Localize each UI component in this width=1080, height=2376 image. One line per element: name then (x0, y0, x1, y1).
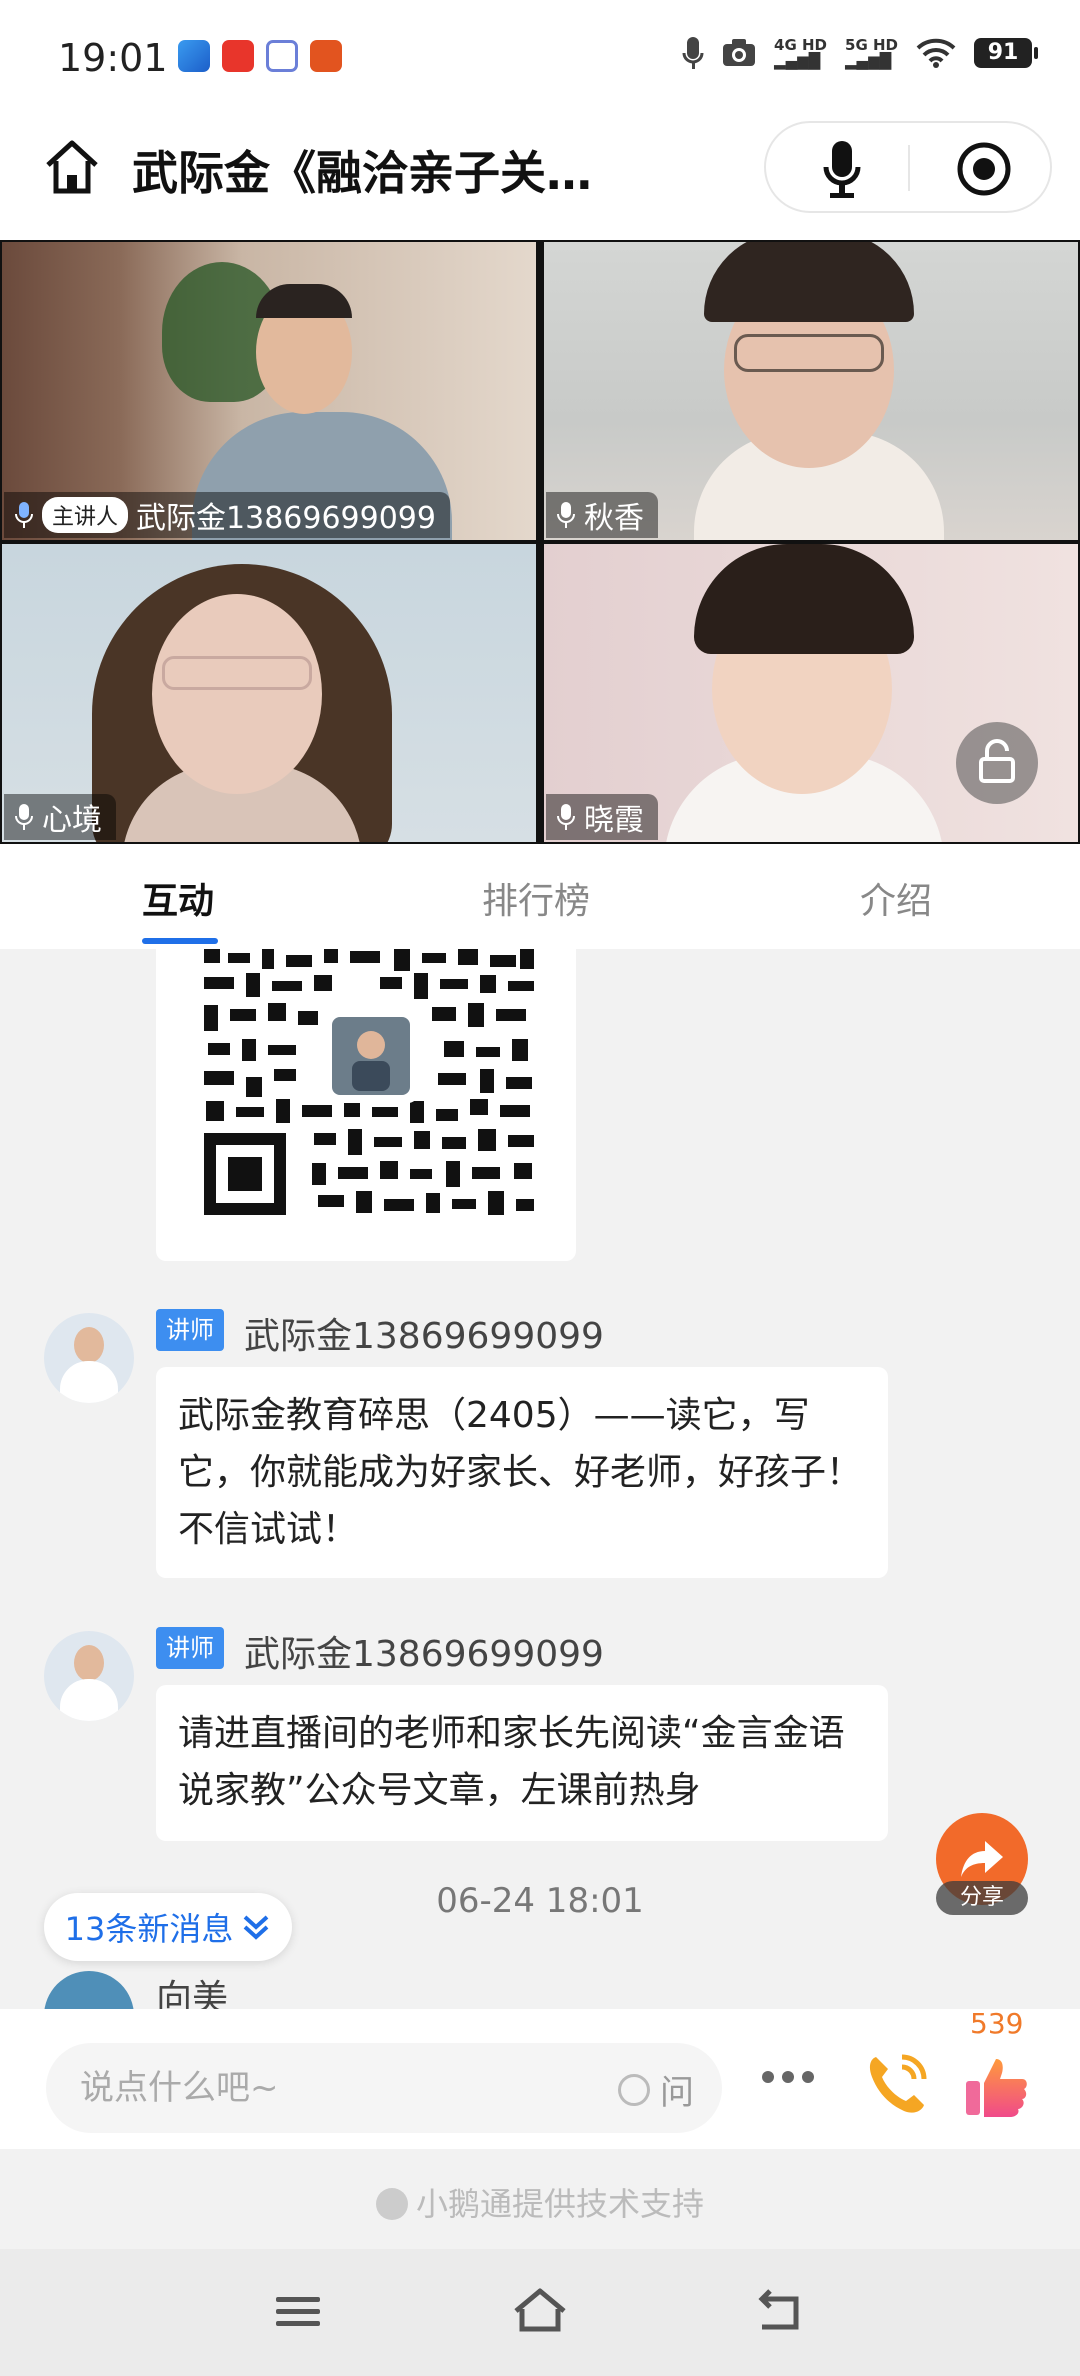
video-tile[interactable]: 心境 (2, 544, 536, 842)
sender-name: 武际金13869699099 (244, 1634, 604, 1675)
system-nav-bar (0, 2249, 1080, 2376)
home-icon[interactable] (40, 135, 104, 199)
video-grid: 主讲人 武际金13869699099 秋香 心境 晓霞 (0, 240, 1080, 844)
qr-code-image (184, 949, 548, 1229)
tab-bar: 互动 排行榜 介绍 (0, 844, 1080, 949)
record-close-icon[interactable] (956, 141, 1012, 197)
camera-status-icon (723, 39, 756, 66)
battery-icon: 91 (974, 38, 1038, 68)
chat-message: 讲师 武际金13869699099 武际金教育碎思（2405）——读它，写它，你… (0, 1309, 1080, 1589)
video-tile[interactable]: 秋香 (544, 242, 1078, 540)
new-messages-label: 13条新消息 (64, 1910, 234, 1948)
participant-label: 心境 (4, 794, 116, 840)
capsule-divider (908, 145, 910, 191)
app-notification-icon (310, 40, 342, 72)
mic-icon (557, 804, 575, 830)
status-time: 19:01 (58, 36, 168, 80)
participant-name: 秋香 (584, 501, 644, 536)
microphone-icon[interactable] (822, 139, 862, 199)
avatar[interactable] (44, 1313, 134, 1403)
new-messages-button[interactable]: 13条新消息 (44, 1893, 292, 1961)
glasses (162, 656, 312, 690)
host-badge: 主讲人 (42, 497, 129, 533)
app-notification-icon (222, 40, 254, 72)
page-header: 武际金《融洽亲子关… (0, 115, 1080, 240)
sender-name: 向美 (156, 1978, 229, 2009)
rotate-icon (979, 739, 1015, 783)
comment-input[interactable] (80, 2061, 600, 2115)
chat-feed[interactable]: 讲师 武际金13869699099 武际金教育碎思（2405）——读它，写它，你… (0, 949, 1080, 2009)
home-nav-icon[interactable] (512, 2285, 568, 2337)
page-title: 武际金《融洽亲子关… (132, 146, 592, 200)
person-hair (704, 242, 914, 322)
tab-interaction[interactable]: 互动 (142, 872, 214, 924)
thumbs-up-icon[interactable] (964, 2053, 1030, 2119)
input-bar: 问 539 (0, 2007, 1080, 2149)
avatar[interactable] (44, 1631, 134, 1721)
message-bubble: 武际金教育碎思（2405）——读它，写它，你就能成为好家长、好老师，好孩子！不信… (156, 1367, 888, 1578)
comment-box[interactable]: 问 (46, 2043, 722, 2133)
app-notification-icon (178, 40, 210, 72)
more-icon[interactable] (762, 2071, 814, 2083)
ask-question-toggle[interactable]: 问 (618, 2065, 694, 2114)
mic-icon (15, 804, 33, 830)
mic-on-icon (15, 502, 33, 528)
active-tab-indicator (142, 938, 218, 944)
lecturer-badge: 讲师 (156, 1627, 224, 1669)
footer: 小鹅通提供技术支持 (0, 2149, 1080, 2249)
rotate-screen-button[interactable] (956, 722, 1038, 804)
menu-icon[interactable] (272, 2285, 324, 2337)
chat-message: 讲师 武际金13869699099 请进直播间的老师和家长先阅读“金言金语说家教… (0, 1627, 1080, 1867)
avatar[interactable] (44, 1971, 134, 2009)
share-label: 分享 (936, 1881, 1028, 1915)
video-tile-host[interactable]: 主讲人 武际金13869699099 (2, 242, 536, 540)
share-arrow-icon (961, 1841, 1003, 1877)
like-count: 539 (970, 2007, 1024, 2040)
wifi-icon (916, 38, 956, 68)
participant-label: 主讲人 武际金13869699099 (4, 492, 450, 538)
tab-ranking[interactable]: 排行榜 (482, 872, 590, 924)
app-notification-icon (266, 40, 298, 72)
participant-label: 晓霞 (546, 794, 658, 840)
person-face (152, 594, 322, 794)
speaker-hair (256, 284, 352, 318)
status-bar: 19:01 4G HD ▂▄▆█ 5G HD ▂▄▆█ 91 (0, 0, 1080, 115)
lecturer-badge: 讲师 (156, 1309, 224, 1351)
participant-label: 秋香 (546, 492, 658, 538)
double-chevron-down-icon (244, 1915, 269, 1940)
back-icon[interactable] (754, 2285, 806, 2337)
powered-by: 小鹅通提供技术支持 (0, 2179, 1080, 2225)
signal-5g: 5G HD ▂▄▆█ (845, 36, 898, 70)
radio-circle-icon (618, 2073, 650, 2106)
participant-name: 心境 (42, 803, 102, 838)
qr-code-message[interactable] (156, 949, 576, 1261)
ask-label: 问 (660, 2073, 694, 2113)
sender-name: 武际金13869699099 (244, 1316, 604, 1357)
xiaoe-logo-icon (375, 2188, 408, 2220)
microphone-status-icon (682, 37, 704, 69)
participant-name: 晓霞 (584, 803, 644, 838)
glasses (734, 334, 884, 372)
phone-call-icon[interactable] (862, 2049, 932, 2119)
signal-4g: 4G HD ▂▄▆█ (774, 36, 828, 70)
tab-intro[interactable]: 介绍 (860, 872, 932, 924)
participant-name: 武际金13869699099 (136, 501, 436, 536)
video-tile[interactable]: 晓霞 (544, 544, 1078, 842)
mic-icon (557, 502, 575, 528)
message-bubble: 请进直播间的老师和家长先阅读“金言金语说家教”公众号文章，左课前热身 (156, 1685, 888, 1841)
mini-program-capsule (764, 121, 1052, 213)
person-hair (694, 544, 914, 654)
